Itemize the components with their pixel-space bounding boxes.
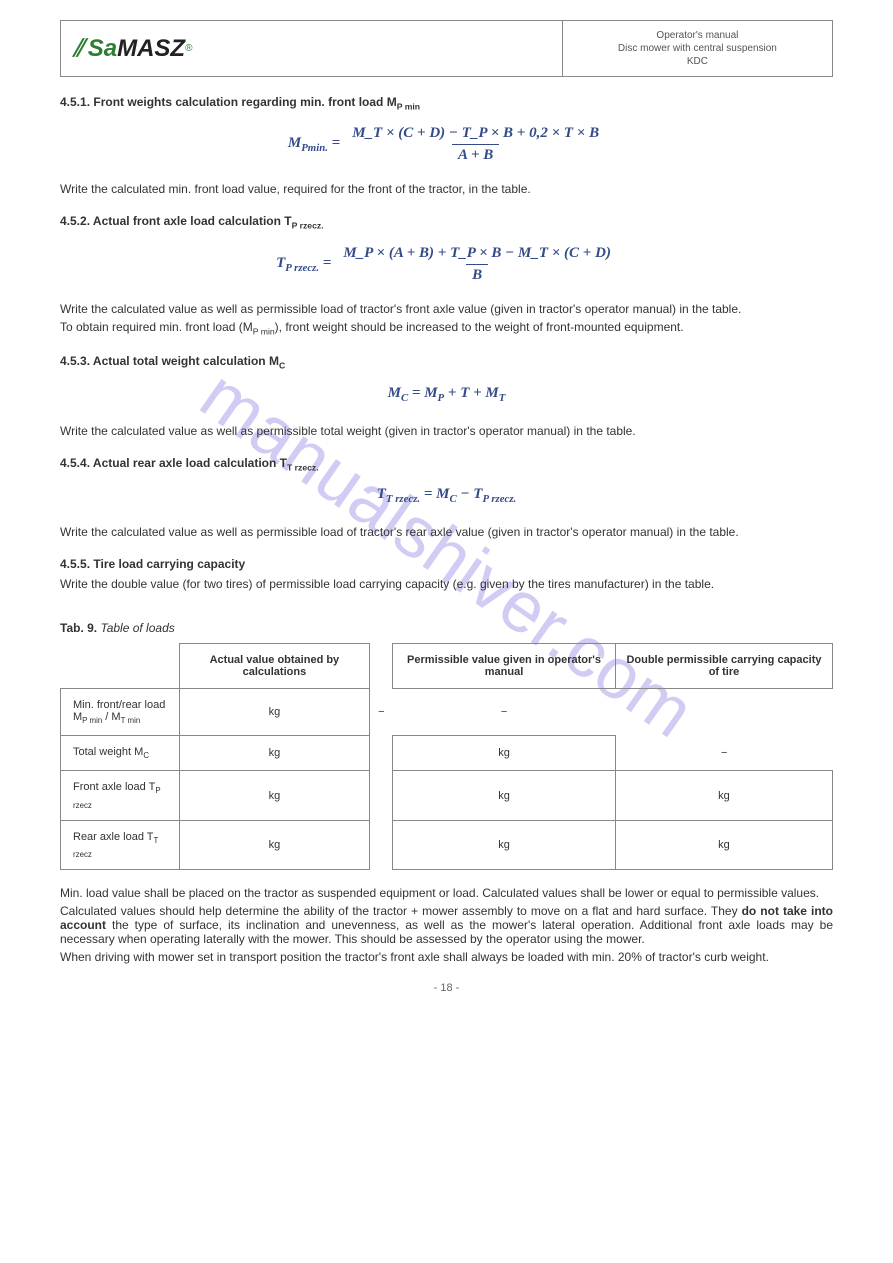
table-row: Min. front/rear load MP min / MT min kg … — [61, 688, 833, 735]
note-452b-a: To obtain required min. front load (M — [60, 320, 253, 334]
logo-sa: Sa — [88, 35, 117, 62]
formula-451-den: A + B — [452, 144, 499, 164]
row4-unit: kg — [179, 820, 370, 869]
logo-cell: ⫽ SaMASZ® — [61, 21, 563, 77]
heading-452-num: 4.5.2. — [60, 214, 90, 228]
heading-451-num: 4.5.1. — [60, 95, 90, 109]
heading-452-title: Actual front axle load calculation T — [93, 214, 292, 228]
brand-logo: ⫽ SaMASZ® — [73, 35, 550, 63]
heading-454-sub: T rzecz. — [287, 462, 319, 472]
row2-perm: kg — [393, 736, 616, 771]
heading-451-title: Front weights calculation regarding min.… — [93, 95, 396, 109]
note-452b-sub: P min — [253, 326, 275, 336]
heading-454: 4.5.4. Actual rear axle load calculation… — [60, 456, 833, 472]
header-title-line2: Disc mower with central suspension — [575, 42, 820, 55]
formula-451-num: M_T × (C + D) − T_P × B + 0,2 × T × B — [346, 125, 605, 144]
row3-label: Front axle load TP rzecz — [61, 771, 180, 820]
row1-label: Min. front/rear load MP min / MT min — [61, 688, 180, 735]
formula-454: TT rzecz. = MC − TP rzecz. — [60, 486, 833, 505]
tail-p2-a: Calculated values should help determine … — [60, 904, 738, 918]
row1-c2: − — [370, 688, 393, 735]
note-451: Write the calculated min. front load val… — [60, 182, 833, 196]
heading-453-title: Actual total weight calculation M — [93, 354, 279, 368]
heading-454-num: 4.5.4. — [60, 456, 90, 470]
note-452a: Write the calculated value as well as pe… — [60, 302, 833, 316]
table-row: Front axle load TP rzecz kg kg kg — [61, 771, 833, 820]
tail-p2-c: the type of surface, its inclination and… — [60, 918, 833, 946]
tab9-label: Tab. 9. — [60, 621, 97, 635]
header-title-line3: KDC — [575, 55, 820, 68]
row2-label: Total weight MC — [61, 736, 180, 771]
row2-unit: kg — [179, 736, 370, 771]
logo-registered-icon: ® — [185, 43, 192, 54]
formula-451: MPmin. = M_T × (C + D) − T_P × B + 0,2 ×… — [60, 125, 833, 164]
row1-unit: kg — [179, 688, 370, 735]
heading-453: 4.5.3. Actual total weight calculation M… — [60, 354, 833, 370]
tab9-caption: Tab. 9. Table of loads — [60, 621, 833, 635]
note-455: Write the double value (for two tires) o… — [60, 577, 833, 591]
page-number: - 18 - — [0, 982, 893, 994]
row3-perm: kg — [393, 771, 616, 820]
formula-452-lhs: TP rzecz. = — [276, 255, 331, 274]
formula-452-den: B — [466, 264, 488, 284]
heading-453-sub: C — [279, 361, 285, 371]
row1-c3: − — [393, 688, 616, 735]
table-row: Rear axle load TT rzecz kg kg kg — [61, 820, 833, 869]
heading-453-num: 4.5.3. — [60, 354, 90, 368]
heading-454-title: Actual rear axle load calculation T — [93, 456, 287, 470]
row2-c3: − — [615, 736, 832, 771]
header-table: ⫽ SaMASZ® Operator's manual Disc mower w… — [60, 20, 833, 77]
row4-label: Rear axle load TT rzecz — [61, 820, 180, 869]
tail-p2: Calculated values should help determine … — [60, 904, 833, 946]
formula-453: MC = MP + T + MT — [60, 385, 833, 404]
row4-perm: kg — [393, 820, 616, 869]
row3-tire: kg — [615, 771, 832, 820]
note-452b-tail: ), front weight should be increased to t… — [275, 320, 684, 334]
formula-452-num: M_P × (A + B) + T_P × B − M_T × (C + D) — [337, 245, 617, 264]
th-double: Double permissible carrying capacity of … — [615, 643, 832, 688]
th-actual: Actual value obtained by calculations — [179, 643, 370, 688]
heading-451: 4.5.1. Front weights calculation regardi… — [60, 95, 833, 111]
header-title-line1: Operator's manual — [575, 29, 820, 42]
header-title-cell: Operator's manual Disc mower with centra… — [562, 21, 832, 77]
logo-slash-icon: ⫽ — [73, 35, 84, 63]
heading-455-num: 4.5.5. — [60, 557, 90, 571]
heading-452-sub: P rzecz. — [292, 221, 324, 231]
tail-p1: Min. load value shall be placed on the t… — [60, 886, 833, 900]
logo-masz: MASZ — [117, 35, 185, 62]
heading-451-sub: P min — [397, 101, 420, 111]
formula-451-lhs: MPmin. = — [288, 135, 340, 154]
row3-unit: kg — [179, 771, 370, 820]
loads-table: Actual value obtained by calculations Pe… — [60, 643, 833, 870]
th-permissible: Permissible value given in operator's ma… — [393, 643, 616, 688]
note-452b: To obtain required min. front load (MP m… — [60, 320, 833, 336]
table-row: Total weight MC kg kg − — [61, 736, 833, 771]
heading-455: 4.5.5. Tire load carrying capacity — [60, 557, 833, 571]
note-453: Write the calculated value as well as pe… — [60, 424, 833, 438]
tab9-title: Table of loads — [100, 621, 174, 635]
row4-tire: kg — [615, 820, 832, 869]
heading-455-title: Tire load carrying capacity — [93, 557, 245, 571]
note-454: Write the calculated value as well as pe… — [60, 525, 833, 539]
tail-p3: When driving with mower set in transport… — [60, 950, 833, 964]
heading-452: 4.5.2. Actual front axle load calculatio… — [60, 214, 833, 230]
formula-452: TP rzecz. = M_P × (A + B) + T_P × B − M_… — [60, 245, 833, 284]
